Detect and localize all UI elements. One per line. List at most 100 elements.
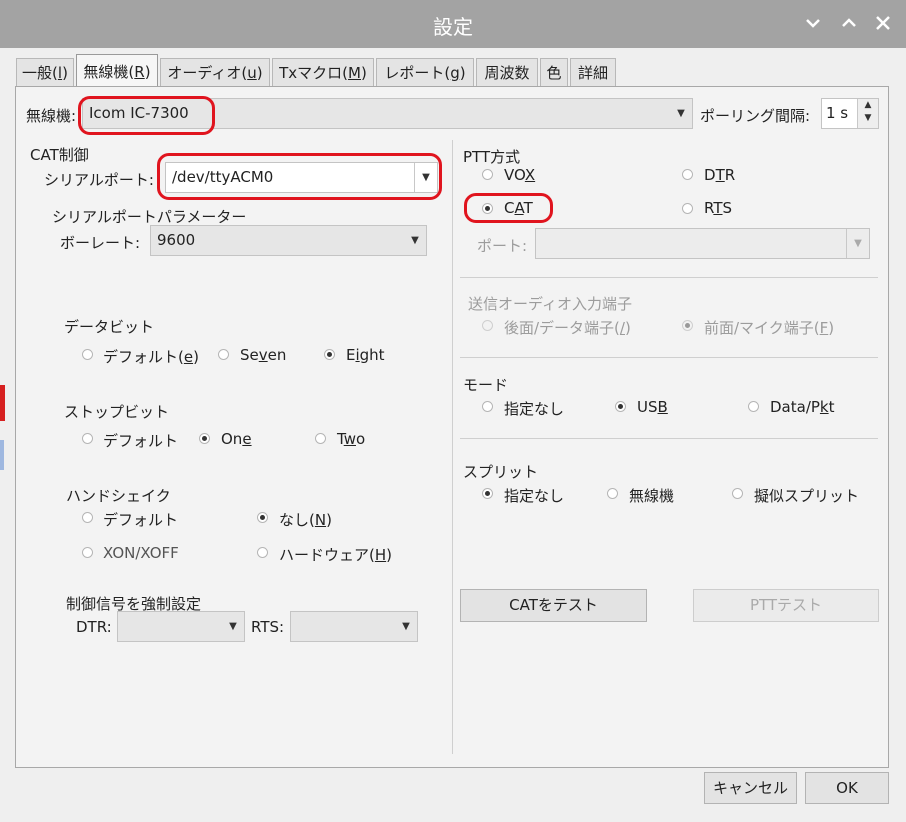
chevron-down-icon: ▼ bbox=[846, 229, 869, 258]
data-bits-title: データビット bbox=[64, 318, 155, 336]
split-fake-label: 擬似スプリット bbox=[754, 487, 860, 505]
ptt-cat-radio[interactable] bbox=[482, 203, 493, 214]
ptt-dtr-radio[interactable] bbox=[682, 169, 693, 180]
handshake-hardware-radio[interactable] bbox=[257, 547, 268, 558]
radio-model-value: Icom IC-7300 bbox=[89, 104, 189, 122]
serial-params-title: シリアルポートパラメーター bbox=[52, 208, 247, 226]
chevron-down-icon: ▼ bbox=[411, 235, 419, 246]
mode-usb-label: USB bbox=[637, 398, 668, 416]
ptt-vox-label: VOX bbox=[504, 166, 536, 184]
tab-colors[interactable]: 色 bbox=[540, 58, 568, 86]
dtr-select[interactable]: ▼ bbox=[117, 611, 245, 642]
mode-none-label: 指定なし bbox=[504, 400, 565, 418]
data-bits-eight-label: Eight bbox=[346, 346, 385, 364]
spin-arrows-icon[interactable]: ▲ ▼ bbox=[857, 99, 878, 128]
chevron-down-icon[interactable]: ▼ bbox=[414, 163, 437, 192]
cancel-button[interactable]: キャンセル bbox=[704, 772, 797, 804]
ptt-port-label: ポート: bbox=[477, 237, 528, 255]
ptt-vox-radio[interactable] bbox=[482, 169, 493, 180]
stop-bits-one-radio[interactable] bbox=[199, 433, 210, 444]
mode-usb-radio[interactable] bbox=[615, 401, 626, 412]
stop-bits-default-radio[interactable] bbox=[82, 433, 93, 444]
rts-label: RTS: bbox=[251, 618, 285, 636]
ok-button[interactable]: OK bbox=[805, 772, 889, 804]
divider-3 bbox=[460, 438, 878, 439]
tx-audio-rear-radio[interactable] bbox=[482, 320, 493, 331]
stop-bits-default-label: デフォルト bbox=[103, 432, 179, 450]
mode-title: モード bbox=[463, 376, 509, 394]
mode-datapkt-radio[interactable] bbox=[748, 401, 759, 412]
data-bits-eight-radio[interactable] bbox=[324, 349, 335, 360]
rts-select[interactable]: ▼ bbox=[290, 611, 418, 642]
cat-section-title: CAT制御 bbox=[30, 146, 89, 164]
tx-audio-front-label: 前面/マイク端子(F) bbox=[704, 319, 835, 337]
handshake-hardware-label: ハードウェア(H) bbox=[279, 546, 392, 564]
handshake-default-radio[interactable] bbox=[82, 512, 93, 523]
tab-report[interactable]: レポート(g) bbox=[376, 58, 474, 86]
handshake-xonxoff-radio[interactable] bbox=[82, 547, 93, 558]
split-none-label: 指定なし bbox=[504, 487, 565, 505]
serial-port-label: シリアルポート: bbox=[44, 171, 154, 189]
tx-audio-rear-label: 後面/データ端子(/) bbox=[504, 319, 631, 337]
split-rig-radio[interactable] bbox=[607, 488, 618, 499]
divider-2 bbox=[460, 357, 878, 358]
baud-rate-label: ボーレート: bbox=[60, 234, 141, 252]
background-window-edge bbox=[0, 385, 5, 421]
background-window-edge-2 bbox=[0, 440, 4, 470]
tab-radio[interactable]: 無線機(R) bbox=[76, 54, 158, 87]
data-bits-default-label: デフォルト(e) bbox=[103, 348, 199, 366]
polling-interval-spinbox[interactable]: 1 s ▲ ▼ bbox=[821, 98, 879, 129]
chevron-down-icon: ▼ bbox=[229, 621, 237, 632]
tab-tx-macro[interactable]: Txマクロ(M) bbox=[272, 58, 374, 86]
divider-1 bbox=[460, 277, 878, 278]
dtr-label: DTR: bbox=[76, 618, 112, 636]
tab-audio[interactable]: オーディオ(u) bbox=[160, 58, 270, 86]
chevron-down-icon: ▼ bbox=[677, 108, 685, 119]
tab-general[interactable]: 一般(l) bbox=[16, 58, 74, 86]
ptt-method-title: PTT方式 bbox=[463, 148, 521, 166]
tab-advanced[interactable]: 詳細 bbox=[570, 58, 616, 86]
handshake-title: ハンドシェイク bbox=[66, 487, 171, 505]
handshake-xonxoff-label: XON/XOFF bbox=[103, 544, 179, 562]
data-bits-default-radio[interactable] bbox=[82, 349, 93, 360]
close-icon[interactable] bbox=[870, 10, 896, 36]
split-rig-label: 無線機 bbox=[629, 487, 675, 505]
tab-frequencies[interactable]: 周波数 bbox=[476, 58, 538, 86]
handshake-none-radio[interactable] bbox=[257, 512, 268, 523]
serial-port-combo[interactable]: /dev/ttyACM0 ▼ bbox=[165, 162, 438, 193]
polling-label: ポーリング間隔: bbox=[700, 107, 811, 125]
handshake-default-label: デフォルト bbox=[103, 511, 179, 529]
split-none-radio[interactable] bbox=[482, 488, 493, 499]
mode-none-radio[interactable] bbox=[482, 401, 493, 412]
ptt-rts-label: RTS bbox=[704, 199, 733, 217]
split-title: スプリット bbox=[463, 463, 539, 481]
test-cat-button[interactable]: CATをテスト bbox=[460, 589, 647, 622]
split-fake-radio[interactable] bbox=[732, 488, 743, 499]
mode-datapkt-label: Data/Pkt bbox=[770, 398, 835, 416]
minimize-icon[interactable] bbox=[800, 10, 826, 36]
stop-bits-one-label: One bbox=[221, 430, 252, 448]
data-bits-seven-label: Seven bbox=[240, 346, 287, 364]
polling-value: 1 s bbox=[826, 104, 849, 122]
stop-bits-two-label: Two bbox=[337, 430, 366, 448]
radio-label: 無線機: bbox=[26, 107, 77, 125]
radio-model-select[interactable]: Icom IC-7300 ▼ bbox=[82, 98, 693, 129]
stop-bits-two-radio[interactable] bbox=[315, 433, 326, 444]
tx-audio-source-title: 送信オーディオ入力端子 bbox=[468, 295, 632, 313]
baud-rate-select[interactable]: 9600 ▼ bbox=[150, 225, 427, 256]
column-divider bbox=[452, 140, 453, 754]
serial-port-value: /dev/ttyACM0 bbox=[172, 168, 274, 186]
stop-bits-title: ストップビット bbox=[64, 403, 170, 421]
window-title: 設定 bbox=[433, 15, 473, 39]
ptt-port-combo[interactable]: ▼ bbox=[535, 228, 870, 259]
test-ptt-button[interactable]: PTTテスト bbox=[693, 589, 879, 622]
chevron-down-icon: ▼ bbox=[402, 621, 410, 632]
tx-audio-front-radio[interactable] bbox=[682, 320, 693, 331]
baud-rate-value: 9600 bbox=[157, 231, 196, 249]
data-bits-seven-radio[interactable] bbox=[218, 349, 229, 360]
handshake-none-label: なし(N) bbox=[279, 511, 332, 529]
ptt-cat-label: CAT bbox=[504, 199, 533, 217]
ptt-rts-radio[interactable] bbox=[682, 203, 693, 214]
ptt-dtr-label: DTR bbox=[704, 166, 736, 184]
maximize-icon[interactable] bbox=[836, 10, 862, 36]
